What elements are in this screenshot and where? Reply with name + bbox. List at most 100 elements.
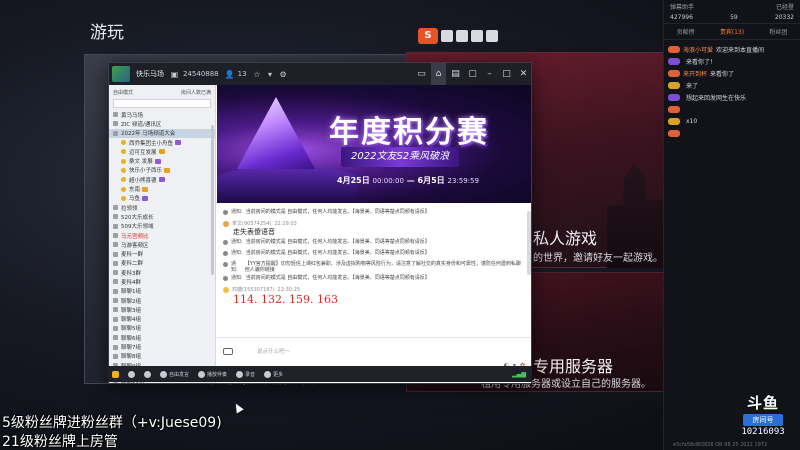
- login-status[interactable]: 已经登: [776, 2, 794, 11]
- dedicated-server-heading: 专用服务器: [533, 357, 614, 376]
- user-icon: 👤: [224, 69, 235, 79]
- channel-scrollbar[interactable]: [211, 125, 214, 275]
- tv-icon[interactable]: ▭: [414, 63, 429, 85]
- channel-tree-item[interactable]: 聊聊3组: [109, 305, 215, 314]
- channel-tree-item[interactable]: 聊聊1组: [109, 287, 215, 296]
- gamepad-icon[interactable]: ▤: [448, 63, 463, 85]
- channel-tree-item[interactable]: 桑文 发展: [109, 156, 215, 165]
- minimize-icon[interactable]: –: [482, 63, 497, 85]
- channel-tree-item[interactable]: 麦科一群: [109, 249, 215, 258]
- star-icon[interactable]: ☆: [253, 70, 262, 79]
- stat-gifts: 20332: [774, 14, 794, 21]
- gear-icon[interactable]: ⚙: [279, 70, 288, 79]
- private-game-subtitle: 的世界，邀请好友一起游戏。: [533, 253, 663, 264]
- fan-badge-icon: [668, 93, 680, 101]
- record-button[interactable]: 录音: [236, 370, 255, 378]
- banner-headline: 年度积分赛: [329, 115, 489, 150]
- chat-scrollbar[interactable]: [527, 211, 531, 275]
- danmaku-sidebar: 弹幕助手 已经登 427996 59 20332 贡献榜 贵宾(13) 粉丝团 …: [663, 0, 800, 450]
- channel-tree-item[interactable]: 快乐小子西乐: [109, 166, 215, 175]
- channel-tree: 自由模式 房间人数已满 黄马马场 ZIC 频道/通讯区 2022年 马场频道大会 西乔…: [109, 85, 216, 383]
- channel-tree-item[interactable]: 东南: [109, 184, 215, 193]
- role-badge-icon: [142, 195, 149, 201]
- tab-fan-club[interactable]: 粉丝团: [769, 27, 787, 36]
- channel-tree-item[interactable]: 聊聊6组: [109, 333, 215, 342]
- launcher-title: 游玩: [90, 23, 124, 43]
- mode-label: 自由模式: [113, 89, 134, 96]
- role-badge-icon: [154, 158, 161, 164]
- list-item: [668, 127, 796, 139]
- yy-logo[interactable]: [112, 370, 119, 378]
- avatar[interactable]: [223, 220, 229, 227]
- user-status-icon: [121, 186, 126, 192]
- channel-tree-item[interactable]: 超小熊喜德: [109, 175, 215, 184]
- channel-tree-item[interactable]: 聊聊7组: [109, 342, 215, 351]
- notice-icon: [223, 210, 228, 215]
- maximize-icon[interactable]: □: [499, 63, 514, 85]
- avatar[interactable]: [223, 286, 229, 293]
- keyboard-icon[interactable]: [471, 30, 483, 42]
- channel-tree-item[interactable]: 509大乐领域: [109, 222, 215, 231]
- stage-graphic: [217, 167, 357, 203]
- date-start: 4月25日: [337, 176, 370, 185]
- window-icon[interactable]: ▢: [465, 63, 480, 85]
- message-list: 通知: 当前房间的模式是 自由模式，任何人均能发言。【海景美、同语等楚点同频有请反…: [217, 203, 531, 333]
- dropdown-icon[interactable]: ▾: [266, 70, 275, 79]
- channel-tree-item[interactable]: 黄马马场: [109, 110, 215, 119]
- channel-tree-item[interactable]: 迈可互发展: [109, 147, 215, 156]
- channel-tree-item[interactable]: 520大乐成长: [109, 212, 215, 221]
- user-status-icon: [121, 149, 126, 155]
- channel-tree-item[interactable]: ZIC 频道/通讯区: [109, 119, 215, 128]
- speech-icon: [160, 370, 167, 378]
- fan-badge-icon: [668, 105, 680, 113]
- channel-search-input[interactable]: [113, 99, 211, 108]
- role-badge-icon: [142, 186, 149, 192]
- room-number: 10216093: [741, 427, 785, 437]
- free-speech-button[interactable]: 自由发言: [160, 370, 189, 378]
- channel-tree-item[interactable]: 2022年 马场频道大会: [109, 128, 215, 138]
- channel-tree-item[interactable]: 西乔集团主小舟鱼: [109, 138, 215, 147]
- window-titlebar[interactable]: 快乐马场 ▣ 24540888 👤 13 ☆ ▾ ⚙ ▭ ⌂ ▤ ▢ – □ ✕: [109, 63, 531, 85]
- voice-chat-window: 快乐马场 ▣ 24540888 👤 13 ☆ ▾ ⚙ ▭ ⌂ ▤ ▢ – □ ✕…: [108, 62, 532, 384]
- channel-icon: [113, 353, 118, 359]
- channel-tree-item[interactable]: 马鱼: [109, 194, 215, 203]
- emoji-icon[interactable]: [223, 348, 233, 355]
- message-text: 114. 132. 159. 163: [233, 293, 338, 306]
- play-music-button[interactable]: 播放伴奏: [198, 370, 227, 378]
- channel-tree-item[interactable]: 聊聊5组: [109, 324, 215, 333]
- channel-tree-item[interactable]: 聊聊8组: [109, 352, 215, 361]
- translate-icon[interactable]: [441, 30, 453, 42]
- channel-icon: [113, 316, 118, 322]
- close-icon[interactable]: ✕: [516, 63, 531, 85]
- douyu-fish-icon: 斗鱼: [746, 394, 779, 412]
- user-status-icon: [121, 158, 126, 164]
- channel-icon: [113, 251, 118, 257]
- home-icon[interactable]: ⌂: [431, 63, 446, 85]
- system-notice: 通知: 当前房间的模式是 自由模式，任何人均能发言。【海景美、同语等楚点同频有请反…: [223, 275, 525, 286]
- event-banner[interactable]: 年度积分赛 2022文友S2乘风破浪 4月25日 00:00:00 — 6月5日…: [217, 85, 531, 203]
- volume-button[interactable]: [128, 370, 135, 378]
- grid-icon[interactable]: [486, 30, 498, 42]
- channel-tree-item[interactable]: 聊聊2组: [109, 296, 215, 305]
- fan-badge-icon: [668, 45, 680, 53]
- tab-contribution[interactable]: 贡献榜: [677, 27, 695, 36]
- channel-tree-item[interactable]: 聊聊4组: [109, 315, 215, 324]
- message-meta: 拿文(90574254) 22:29:03: [223, 220, 525, 227]
- channel-tree-item[interactable]: 麦科4群: [109, 277, 215, 286]
- more-button[interactable]: 更多: [264, 370, 283, 378]
- channel-tree-item[interactable]: 麦科3群: [109, 268, 215, 277]
- speaker-icon: [128, 370, 135, 378]
- stat-fans: 59: [730, 14, 738, 21]
- stream-watermark: e5cfa58c8f2658 OR 08 25 2022 1972: [673, 442, 768, 448]
- message-input[interactable]: 说点什么吧～: [257, 347, 290, 355]
- channel-tree-item[interactable]: 马元宫频比: [109, 231, 215, 240]
- channel-tree-item[interactable]: 麦科二群: [109, 259, 215, 268]
- tab-vip[interactable]: 贵宾(13): [720, 27, 744, 36]
- channel-tree-item[interactable]: 拉领领: [109, 203, 215, 212]
- chat-panel: 通知: 当前房间的模式是 自由模式，任何人均能发言。【海景美、同语等楚点同频有请反…: [217, 203, 531, 383]
- channel-tree-item[interactable]: 马游客频区: [109, 240, 215, 249]
- mic-button[interactable]: [144, 370, 151, 378]
- channel-icon: [113, 233, 118, 238]
- user-status-icon: [121, 140, 126, 146]
- mic-icon[interactable]: [456, 30, 468, 42]
